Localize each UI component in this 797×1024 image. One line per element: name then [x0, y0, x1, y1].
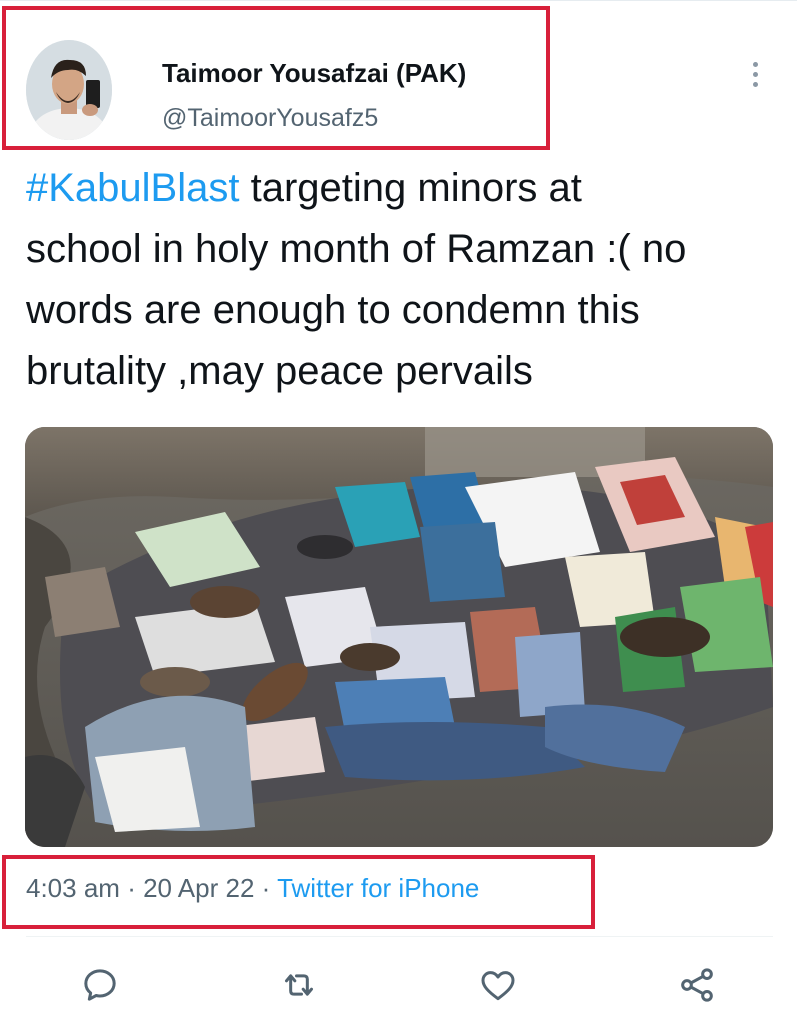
- tweet-source[interactable]: Twitter for iPhone: [277, 873, 479, 903]
- reply-icon: [84, 969, 116, 1001]
- heart-icon: [481, 971, 515, 1001]
- share-button[interactable]: [674, 962, 720, 1008]
- divider: [26, 936, 773, 937]
- tweet-time[interactable]: 4:03 am: [26, 873, 120, 903]
- tweet-text-line4: brutality ,may peace pervails: [26, 349, 533, 393]
- hashtag-link[interactable]: #KabulBlast: [26, 166, 239, 210]
- tweet-text-line3: words are enough to condemn this: [26, 288, 640, 332]
- meta-separator: ·: [127, 873, 136, 903]
- share-icon: [681, 968, 713, 1002]
- avatar[interactable]: [26, 40, 112, 140]
- tweet-photo[interactable]: [25, 427, 773, 847]
- meta-separator: ·: [261, 873, 271, 903]
- retweet-icon: [285, 974, 313, 996]
- tweet-meta: 4:03 am · 20 Apr 22 · Twitter for iPhone: [26, 873, 479, 904]
- tweet-date[interactable]: 20 Apr 22: [143, 873, 254, 903]
- retweet-button[interactable]: [276, 962, 322, 1008]
- top-divider: [0, 0, 797, 1]
- like-button[interactable]: [475, 962, 521, 1008]
- tweet-text-line2: school in holy month of Ramzan :( no: [26, 227, 687, 271]
- more-vertical-icon[interactable]: [740, 56, 770, 92]
- author-name[interactable]: Taimoor Yousafzai (PAK): [162, 58, 466, 89]
- author-handle[interactable]: @TaimoorYousafz5: [162, 104, 378, 133]
- tweet-text-line1: targeting minors at: [239, 166, 582, 210]
- reply-button[interactable]: [77, 962, 123, 1008]
- tweet-text: #KabulBlast targeting minors at school i…: [26, 158, 786, 402]
